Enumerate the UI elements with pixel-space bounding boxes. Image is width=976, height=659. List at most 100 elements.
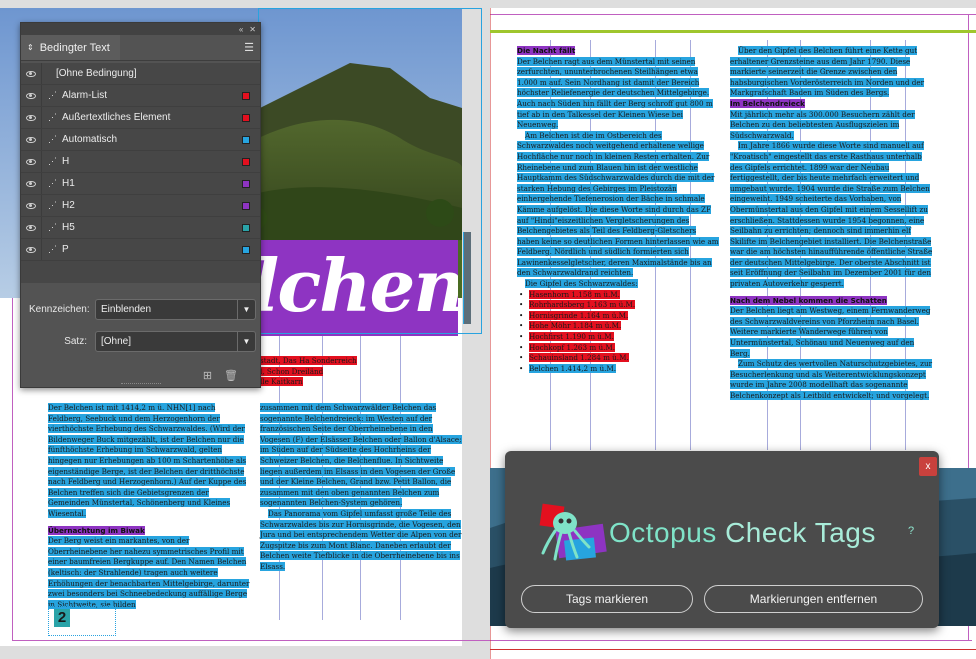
condition-row-ausser[interactable]: ⋰ Außertextliches Element — [21, 107, 260, 129]
col4-paragraph-1: Über den Gipfel des Belchen führt eine K… — [730, 46, 925, 98]
list-item: Hasenhorn 1.158 m ü.M. — [517, 289, 720, 301]
visibility-eye-icon[interactable] — [21, 180, 41, 187]
indicator-select[interactable]: Einblenden ▼ — [95, 299, 256, 320]
mark-tags-button[interactable]: Tags markieren — [521, 585, 693, 613]
list-item: Hornisgrinde 1.164 m ü.M. — [517, 310, 720, 322]
list-item: Belchen 1.414,2 m ü.M. — [517, 363, 720, 375]
header-rule — [490, 30, 976, 33]
condition-tag-icon: ⋰ — [48, 178, 57, 188]
condition-tag-icon: ⋰ — [48, 90, 57, 100]
margin-guide-top-right — [490, 14, 976, 15]
condition-row-p[interactable]: ⋰ P — [21, 239, 260, 261]
octopus-logo-icon — [535, 503, 607, 567]
condition-row-h1[interactable]: ⋰ H1 — [21, 173, 260, 195]
text-column-2[interactable]: zusammen mit dem Schwarzwälder Belchen d… — [260, 403, 462, 573]
indicator-value: Einblenden — [101, 304, 152, 315]
col1-paragraph-1: Der Belchen ist mit 1414,2 m ü. NHN[1] n… — [48, 403, 247, 518]
condition-tag-icon: ⋰ — [48, 134, 57, 144]
condition-color-swatch — [242, 179, 250, 188]
panel-title: Bedingter Text — [39, 41, 110, 54]
condition-label: H2 — [62, 200, 75, 211]
list-item: Hochfirst 1.190 m ü.M. — [517, 332, 720, 343]
visibility-eye-icon[interactable] — [21, 70, 41, 77]
red-subheading[interactable]: stadt, Das Ha Sonderreich l, Schon Dreil… — [260, 356, 400, 388]
condition-label: H5 — [62, 222, 75, 233]
panel-tab-bar: ⇕ Bedingter Text ☰ — [21, 35, 260, 61]
condition-color-swatch — [242, 223, 250, 232]
condition-tag-icon: ⋰ — [48, 112, 57, 122]
condition-label: Alarm-List — [62, 90, 108, 101]
octopus-dialog[interactable]: x Octopus Check Tags ? Tags markieren Ma… — [505, 451, 939, 628]
close-button[interactable]: x — [919, 457, 937, 476]
condition-label: Außertextliches Element — [62, 112, 171, 123]
condition-color-swatch — [242, 157, 250, 166]
condition-row-h5[interactable]: ⋰ H5 — [21, 217, 260, 239]
condition-label: P — [62, 244, 69, 255]
remove-marks-button[interactable]: Markierungen entfernen — [704, 585, 923, 613]
col2-paragraph-2: Das Panorama vom Gipfel umfasst große Te… — [260, 508, 462, 571]
indicator-label: Kennzeichen: — [29, 304, 90, 315]
text-column-3[interactable]: Die Nacht fällt Der Belchen ragt aus dem… — [517, 46, 720, 374]
summit-list: Hasenhorn 1.158 m ü.M. Rohrhardsberg 1.1… — [517, 289, 720, 375]
text-column-4[interactable]: Über den Gipfel des Belchen führt eine K… — [730, 46, 933, 402]
col2-paragraph-1: zusammen mit dem Schwarzwälder Belchen d… — [260, 403, 462, 508]
condition-row-none[interactable]: [Ohne Bedingung] — [21, 63, 260, 85]
expand-arrows-icon: ⇕ — [27, 43, 34, 52]
condition-tag-icon: ⋰ — [48, 200, 57, 210]
margin-guide-bottom — [12, 640, 972, 641]
image-frame-outline — [258, 8, 482, 334]
text-column-1[interactable]: Der Belchen ist mit 1414,2 m ü. NHN[1] n… — [48, 403, 250, 610]
col3-paragraph-2: Am Belchen ist die im Ostbereich des Sch… — [517, 130, 719, 278]
visibility-eye-icon[interactable] — [21, 224, 41, 231]
col1-heading: Übernachtung im Biwak — [48, 525, 145, 535]
bleed-guide — [490, 649, 976, 650]
set-row: Satz: [Ohne] ▼ — [29, 331, 256, 352]
condition-row-h[interactable]: ⋰ H — [21, 151, 260, 173]
condition-tag-icon: ⋰ — [48, 244, 57, 254]
indicator-row: Kennzeichen: Einblenden ▼ — [29, 299, 256, 320]
col3-heading: Die Nacht fällt — [517, 46, 576, 55]
red-line-2: l, Schon Dreiländ — [260, 366, 324, 376]
new-condition-icon[interactable]: ⊞ — [203, 369, 212, 382]
condition-color-swatch — [242, 113, 250, 122]
set-label: Satz: — [64, 336, 87, 347]
tab-conditional-text[interactable]: ⇕ Bedingter Text — [21, 35, 120, 60]
condition-row-alarm-list[interactable]: ⋰ Alarm-List — [21, 85, 260, 107]
condition-tag-icon: ⋰ — [48, 156, 57, 166]
visibility-eye-icon[interactable] — [21, 114, 41, 121]
col4-heading-2: Nach dem Nebel kommen die Schatten — [730, 295, 887, 305]
panel-resize-grip[interactable] — [121, 383, 161, 386]
condition-label: [Ohne Bedingung] — [56, 68, 137, 79]
condition-row-h2[interactable]: ⋰ H2 — [21, 195, 260, 217]
panel-title-bar[interactable]: « ✕ — [21, 23, 260, 35]
col4-heading-1: Im Belchendreieck — [730, 98, 805, 108]
close-panel-icon[interactable]: ✕ — [249, 25, 256, 34]
visibility-eye-icon[interactable] — [21, 136, 41, 143]
col4-paragraph-2: Mit jährlich mehr als 300.000 Besuchern … — [730, 109, 915, 140]
condition-row-automatisch[interactable]: ⋰ Automatisch — [21, 129, 260, 151]
panel-menu-icon[interactable]: ☰ — [244, 41, 254, 54]
col3-paragraph-1: Der Belchen ragt aus dem Münstertal mit … — [517, 56, 713, 130]
col4-paragraph-4: Der Belchen liegt am Westweg, einem Fern… — [730, 306, 931, 358]
delete-condition-icon[interactable]: 🗑 — [224, 369, 238, 382]
chevron-down-icon[interactable]: ▼ — [237, 332, 255, 351]
collapse-icon[interactable]: « — [239, 25, 243, 34]
visibility-eye-icon[interactable] — [21, 202, 41, 209]
conditional-text-panel[interactable]: « ✕ ⇕ Bedingter Text ☰ [Ohne Bedingung] … — [20, 22, 261, 388]
help-icon[interactable]: ? — [908, 525, 914, 537]
chevron-down-icon[interactable]: ▼ — [237, 300, 255, 319]
visibility-eye-icon[interactable] — [21, 92, 41, 99]
set-select[interactable]: [Ohne] ▼ — [95, 331, 256, 352]
col4-paragraph-5: Zum Schutz des wertvollen Naturschutzgeb… — [730, 359, 933, 400]
visibility-eye-icon[interactable] — [21, 246, 41, 253]
dialog-title: Octopus Check Tags — [609, 517, 876, 548]
list-item: Schauinsland 1.284 m ü.M. — [517, 353, 720, 364]
red-line-1: stadt, Das Ha Sonderreich — [260, 356, 357, 365]
list-item: Hochkopf 1.263 m ü.M. — [517, 342, 720, 354]
col3-list-intro: Die Gipfel des Schwarzwaldes: — [525, 279, 638, 289]
condition-list: [Ohne Bedingung] ⋰ Alarm-List ⋰ Außertex… — [21, 63, 260, 283]
condition-label: Automatisch — [62, 134, 118, 145]
visibility-eye-icon[interactable] — [21, 158, 41, 165]
list-item: Hohe Möhr 1.184 m ü.M. — [517, 321, 720, 332]
page-number: 2 — [54, 609, 70, 627]
